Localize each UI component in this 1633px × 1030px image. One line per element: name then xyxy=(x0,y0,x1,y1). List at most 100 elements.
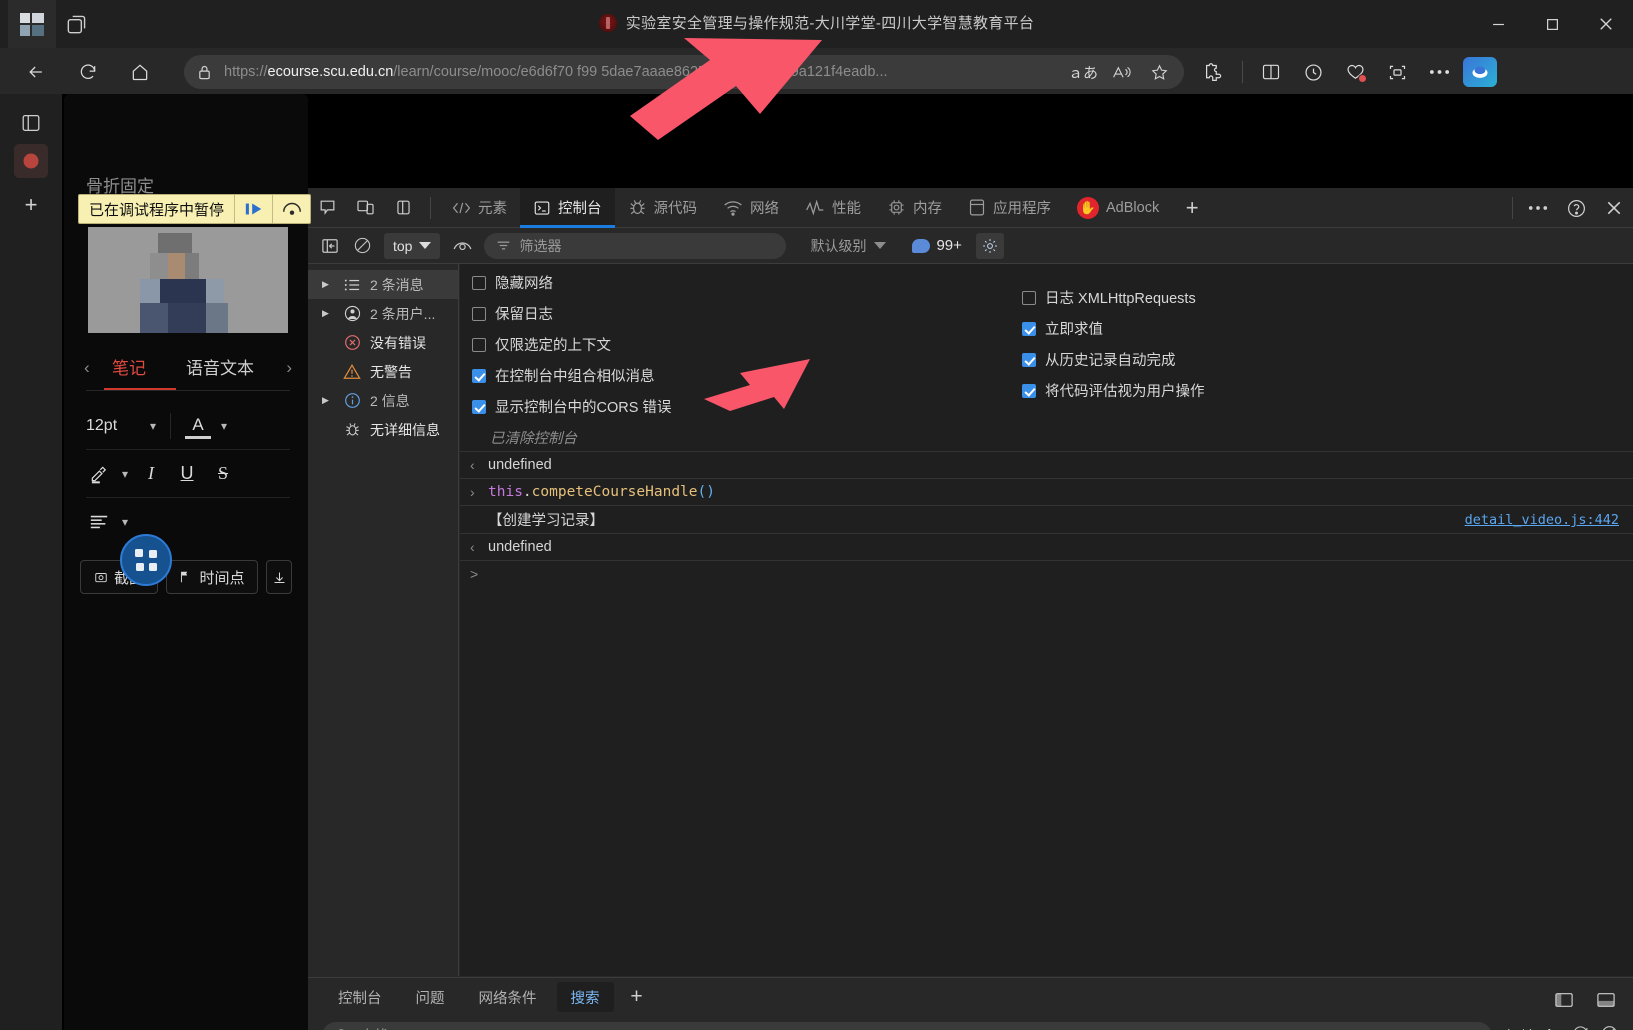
drawer-dock-bottom-icon[interactable] xyxy=(1587,980,1625,1020)
translate-icon[interactable]: ａあ xyxy=(1066,55,1100,89)
font-color-icon[interactable]: A xyxy=(185,413,212,439)
browser-tab-thumbnail[interactable] xyxy=(8,0,56,48)
devtools-help-icon[interactable] xyxy=(1557,188,1595,228)
setting-hide-network[interactable]: 隐藏网络 xyxy=(472,272,671,293)
highlighter-chevron-down-icon[interactable]: ▾ xyxy=(122,467,128,481)
devtools-add-tab-button[interactable]: + xyxy=(1172,188,1212,228)
checkbox[interactable] xyxy=(1022,321,1036,336)
reload-button[interactable] xyxy=(72,56,104,88)
console-prompt-row[interactable]: > xyxy=(460,561,1633,591)
download-button[interactable] xyxy=(266,560,292,594)
tab-notes[interactable]: 笔记 xyxy=(112,354,146,379)
split-screen-icon[interactable] xyxy=(1253,55,1289,89)
inspect-element-icon[interactable] xyxy=(308,188,346,228)
console-source-link[interactable]: detail_video.js:442 xyxy=(1465,512,1619,528)
setting-autocomplete-history[interactable]: 从历史记录自动完成 xyxy=(1022,349,1205,370)
setting-preserve-log[interactable]: 保留日志 xyxy=(472,303,671,324)
site-shortcut-icon[interactable] xyxy=(14,144,48,178)
step-over-button[interactable] xyxy=(272,195,310,223)
minimize-button[interactable] xyxy=(1471,0,1525,48)
setting-selected-context-only[interactable]: 仅限选定的上下文 xyxy=(472,334,671,355)
address-bar[interactable]: https://ecourse.scu.edu.cn/learn/course/… xyxy=(184,55,1184,89)
expand-triangle-icon[interactable]: ▶ xyxy=(322,308,334,319)
checkbox[interactable] xyxy=(1022,383,1036,398)
checkbox[interactable] xyxy=(472,275,486,290)
italic-icon[interactable]: I xyxy=(138,461,164,487)
browser-settings-icon[interactable] xyxy=(1421,55,1457,89)
console-sidebar-item-errors[interactable]: 没有错误 xyxy=(308,328,458,357)
setting-eval-user-activation[interactable]: 将代码评估视为用户操作 xyxy=(1022,380,1205,401)
clear-icon[interactable] xyxy=(1600,1024,1619,1030)
setting-show-cors-errors[interactable]: 显示控制台中的CORS 错误 xyxy=(472,396,671,417)
expand-triangle-icon[interactable]: ▶ xyxy=(322,395,334,406)
live-expression-icon[interactable] xyxy=(448,233,476,259)
devtools-tab-performance[interactable]: 性能 xyxy=(792,188,874,228)
tab-collections-icon[interactable] xyxy=(64,11,90,37)
drawer-tab-search[interactable]: 搜索 xyxy=(556,982,614,1012)
floating-widget-button[interactable] xyxy=(120,534,172,586)
font-size-chevron-down-icon[interactable]: ▾ xyxy=(150,419,156,433)
tab-transcript[interactable]: 语音文本 xyxy=(186,354,254,379)
console-sidebar-item-messages[interactable]: ▶ 2 条消息 xyxy=(308,270,458,299)
devtools-tab-network[interactable]: 网络 xyxy=(710,188,792,228)
setting-log-xhr[interactable]: 日志 XMLHttpRequests xyxy=(1022,287,1205,308)
devtools-more-options-icon[interactable] xyxy=(1519,188,1557,228)
align-left-icon[interactable] xyxy=(86,509,112,535)
checkbox[interactable] xyxy=(1022,290,1036,305)
checkbox[interactable] xyxy=(472,306,486,321)
console-settings-gear-icon[interactable] xyxy=(975,232,1004,259)
favorite-star-icon[interactable] xyxy=(1142,55,1176,89)
add-sidebar-app-icon[interactable]: + xyxy=(14,188,48,222)
console-sidebar-item-verbose[interactable]: 无详细信息 xyxy=(308,415,458,444)
home-button[interactable] xyxy=(124,56,156,88)
devtools-close-icon[interactable] xyxy=(1595,188,1633,228)
checkbox[interactable] xyxy=(472,399,486,414)
refresh-icon[interactable] xyxy=(1571,1024,1590,1030)
tabs-prev-icon[interactable]: ‹ xyxy=(84,358,90,378)
align-chevron-down-icon[interactable]: ▾ xyxy=(122,515,128,529)
execution-context-selector[interactable]: top xyxy=(384,232,441,259)
setting-group-similar[interactable]: 在控制台中组合相似消息 xyxy=(472,365,671,386)
back-button[interactable] xyxy=(20,56,52,88)
expand-triangle-icon[interactable]: ▶ xyxy=(322,279,334,290)
maximize-button[interactable] xyxy=(1525,0,1579,48)
read-aloud-icon[interactable] xyxy=(1104,55,1138,89)
history-icon[interactable] xyxy=(1295,55,1331,89)
font-color-chevron-down-icon[interactable]: ▾ xyxy=(221,419,227,433)
devtools-tab-application[interactable]: 应用程序 xyxy=(955,188,1064,228)
screenshot-tool-icon[interactable] xyxy=(1379,55,1415,89)
devtools-tab-console[interactable]: 控制台 xyxy=(520,187,615,228)
devtools-tab-elements[interactable]: 元素 xyxy=(439,188,520,228)
highlighter-icon[interactable] xyxy=(86,461,112,487)
browser-essentials-icon[interactable] xyxy=(1337,55,1373,89)
checkbox[interactable] xyxy=(1022,352,1036,367)
tabs-next-icon[interactable]: › xyxy=(286,358,292,378)
timestamp-button[interactable]: 时间点 xyxy=(166,560,258,594)
devtools-tab-sources[interactable]: 源代码 xyxy=(615,188,711,228)
resume-script-button[interactable] xyxy=(234,195,272,223)
device-toolbar-icon[interactable] xyxy=(346,188,384,228)
console-sidebar-item-info[interactable]: ▶ 2 信息 xyxy=(308,386,458,415)
checkbox[interactable] xyxy=(472,337,486,352)
drawer-tab-network-conditions[interactable]: 网络条件 xyxy=(465,982,551,1012)
underline-icon[interactable]: U xyxy=(174,461,200,487)
console-sidebar-item-user-messages[interactable]: ▶ 2 条用户... xyxy=(308,299,458,328)
extensions-icon[interactable] xyxy=(1196,55,1232,89)
drawer-dock-left-icon[interactable] xyxy=(1545,980,1583,1020)
close-button[interactable] xyxy=(1579,0,1633,48)
clear-console-icon[interactable] xyxy=(348,233,376,259)
sidebar-panel-icon[interactable] xyxy=(14,106,48,140)
copilot-icon[interactable] xyxy=(1463,57,1497,87)
console-command-row[interactable]: › this.competeCourseHandle() xyxy=(460,479,1633,506)
checkbox[interactable] xyxy=(472,368,486,383)
console-sidebar-item-warnings[interactable]: 无警告 xyxy=(308,357,458,386)
devtools-tab-memory[interactable]: 内存 xyxy=(874,188,955,228)
devtools-tab-adblock[interactable]: ✋ AdBlock xyxy=(1064,188,1172,228)
font-size-value[interactable]: 12pt xyxy=(86,417,140,435)
video-thumbnail[interactable] xyxy=(88,227,288,333)
issues-counter[interactable]: 99+ xyxy=(912,237,962,254)
console-sidebar-toggle-icon[interactable] xyxy=(316,233,344,259)
search-input[interactable]: 查找 xyxy=(322,1021,1493,1030)
console-filter-input[interactable]: 筛选器 xyxy=(484,232,787,259)
strikethrough-icon[interactable]: S xyxy=(210,461,236,487)
